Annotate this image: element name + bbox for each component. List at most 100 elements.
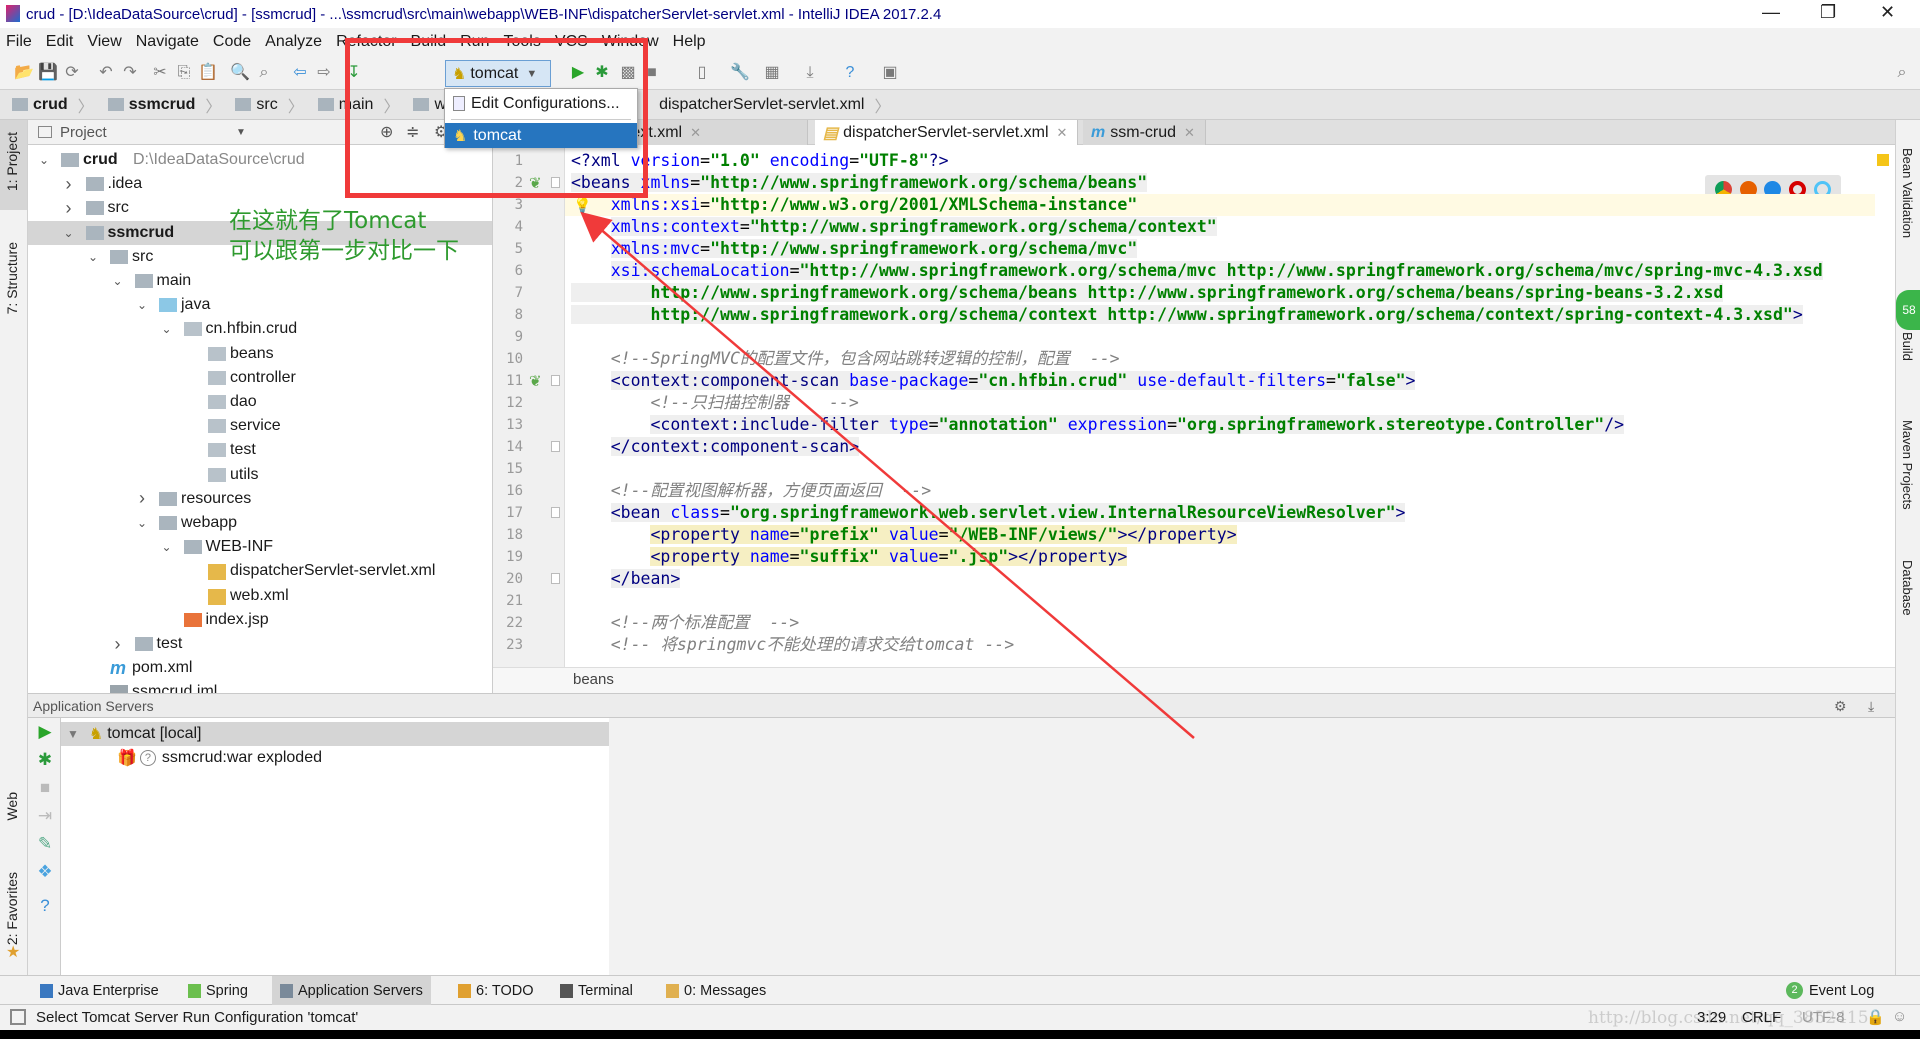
close-tab-icon[interactable]: ✕ (690, 125, 701, 141)
file-encoding[interactable]: UTF-8 (1802, 1009, 1845, 1026)
help-icon[interactable]: ? (840, 63, 860, 83)
chevron-right-icon[interactable]: › (135, 488, 149, 509)
chevron-right-icon[interactable]: › (62, 174, 76, 195)
back-icon[interactable]: ⇦ (290, 63, 310, 83)
sync-icon[interactable]: ⟳ (62, 63, 82, 83)
copy-icon[interactable]: ⎘ (174, 63, 194, 83)
chevron-right-icon[interactable]: › (62, 198, 76, 219)
redo-icon[interactable]: ↷ (120, 63, 140, 83)
chevron-down-icon[interactable]: ⌄ (37, 153, 51, 167)
bottom-tab[interactable]: Spring (180, 976, 256, 1005)
find-icon[interactable]: 🔍 (230, 63, 250, 83)
tree-item[interactable]: ⌄ webapp (28, 511, 492, 535)
chevron-down-icon[interactable]: ⌄ (135, 298, 149, 312)
menu-analyze[interactable]: Analyze (265, 33, 322, 51)
bottom-tab[interactable]: Java Enterprise (32, 976, 167, 1005)
bottom-tab[interactable]: 6: TODO (450, 976, 541, 1005)
server-node[interactable]: ▼ ♞ tomcat [local] (61, 722, 609, 746)
tree-item[interactable]: index.jsp (28, 608, 492, 632)
code-editor[interactable]: 1 2 3 4 5 6 7 8 9 10 11 12 13 14 15 16 17 18 19 20 21 22 23 ❦ ❦ … (493, 145, 1895, 667)
chevron-down-icon[interactable]: ⌄ (160, 540, 174, 554)
chevron-right-icon[interactable]: › (111, 634, 125, 655)
tree-item[interactable]: ⌄ java (28, 293, 492, 317)
tree-item[interactable]: ⌄ cn.hfbin.crud (28, 317, 492, 341)
tree-item[interactable]: utils (28, 463, 492, 487)
event-log-button[interactable]: 2 Event Log (1786, 976, 1874, 1005)
menu-edit[interactable]: Edit (46, 33, 74, 51)
fold-marker-icon[interactable] (551, 441, 560, 452)
lock-icon[interactable]: 🔒 (1866, 1008, 1885, 1026)
breadcrumb-item[interactable]: src 〉 (235, 93, 304, 117)
fold-marker-icon[interactable] (551, 375, 560, 386)
spring-scan-icon[interactable]: ❦ (529, 372, 542, 390)
bottom-tab[interactable]: Terminal (552, 976, 641, 1005)
debug-icon[interactable]: ✱ (35, 750, 55, 770)
artifacts-icon[interactable]: ❖ (35, 862, 55, 882)
editor-tab[interactable]: m ssm-crud ✕ (1083, 120, 1206, 145)
inspector-icon[interactable]: ☺ (1892, 1008, 1907, 1025)
editor-breadcrumb[interactable]: beans (493, 667, 1895, 693)
bulb-icon[interactable]: 💡 (573, 196, 592, 214)
help-icon[interactable]: ? (35, 896, 55, 916)
deploy-icon[interactable]: ⇥ (35, 806, 55, 826)
caret-position[interactable]: 3:29 (1697, 1009, 1726, 1026)
breadcrumb-item[interactable]: crud 〉 (12, 93, 94, 117)
tree-item[interactable]: ⌄ main (28, 269, 492, 293)
fold-marker-icon[interactable] (551, 507, 560, 518)
forward-icon[interactable]: ⇨ (314, 63, 334, 83)
bottom-tab[interactable]: Application Servers (272, 976, 431, 1005)
project-tool-button[interactable]: 1: Project (4, 132, 20, 191)
tree-item[interactable]: dispatcherServlet-servlet.xml (28, 559, 492, 583)
chevron-down-icon[interactable]: ▼ (236, 127, 246, 138)
download-icon[interactable]: ⤓ (800, 63, 820, 83)
close-tab-icon[interactable]: ✕ (1057, 125, 1068, 141)
tree-item[interactable]: service (28, 414, 492, 438)
tree-item[interactable]: test (28, 438, 492, 462)
chevron-down-icon[interactable]: ⌄ (86, 250, 100, 264)
artifact-node[interactable]: 🎁 ? ssmcrud:war exploded (117, 746, 322, 770)
tree-item[interactable]: controller (28, 366, 492, 390)
save-icon[interactable]: 💾 (38, 63, 58, 83)
tree-item[interactable]: › test (28, 632, 492, 656)
hide-icon[interactable]: ⤓ (1868, 694, 1874, 718)
menu-code[interactable]: Code (213, 33, 251, 51)
tree-item[interactable]: web.xml (28, 584, 492, 608)
toggle-tool-windows-icon[interactable] (10, 1009, 26, 1025)
paste-icon[interactable]: 📋 (198, 63, 218, 83)
chevron-down-icon[interactable]: ▼ (67, 727, 79, 741)
warning-marker-icon[interactable] (1877, 154, 1889, 166)
chevron-down-icon[interactable]: ⌄ (135, 516, 149, 530)
run-icon[interactable]: ▶ (35, 722, 55, 742)
sdk-icon[interactable]: ▣ (880, 63, 900, 83)
tree-item[interactable]: dao (28, 390, 492, 414)
tree-item[interactable]: beans (28, 342, 492, 366)
undo-icon[interactable]: ↶ (96, 63, 116, 83)
device-icon[interactable]: ▯ (692, 63, 712, 83)
project-structure-icon[interactable]: ▦ (762, 63, 782, 83)
tree-item[interactable]: m pom.xml (28, 656, 492, 680)
web-tool-button[interactable]: Web (4, 792, 20, 821)
edit-config-icon[interactable]: ✎ (35, 834, 55, 854)
database-tool-button[interactable]: Database (1900, 560, 1915, 616)
open-icon[interactable]: 📂 (14, 63, 34, 83)
line-separator[interactable]: CRLF (1742, 1009, 1781, 1026)
gear-icon[interactable]: ⚙ (1834, 694, 1847, 718)
menu-navigate[interactable]: Navigate (136, 33, 199, 51)
settings-icon[interactable]: 🔧 (730, 63, 750, 83)
breadcrumb-item[interactable]: dispatcherServlet-servlet.xml 〉 (659, 93, 890, 117)
chevron-down-icon[interactable]: ⌄ (62, 226, 76, 240)
stop-icon[interactable]: ■ (35, 778, 55, 798)
minimize-button[interactable]: — (1762, 2, 1780, 23)
menu-view[interactable]: View (87, 33, 121, 51)
project-view-selector[interactable]: Project (60, 124, 107, 141)
tree-item[interactable]: › resources (28, 487, 492, 511)
cut-icon[interactable]: ✂ (150, 63, 170, 83)
tree-item[interactable]: ⌄ WEB-INF (28, 535, 492, 559)
close-button[interactable]: ✕ (1880, 2, 1895, 23)
tree-item[interactable]: ssmcrud.iml (28, 680, 492, 693)
menu-file[interactable]: File (6, 33, 32, 51)
maven-projects-tool-button[interactable]: Maven Projects (1900, 420, 1915, 510)
structure-tool-button[interactable]: 7: Structure (4, 242, 20, 314)
menu-help[interactable]: Help (673, 33, 706, 51)
build-tool-button[interactable]: Build (1900, 332, 1915, 361)
